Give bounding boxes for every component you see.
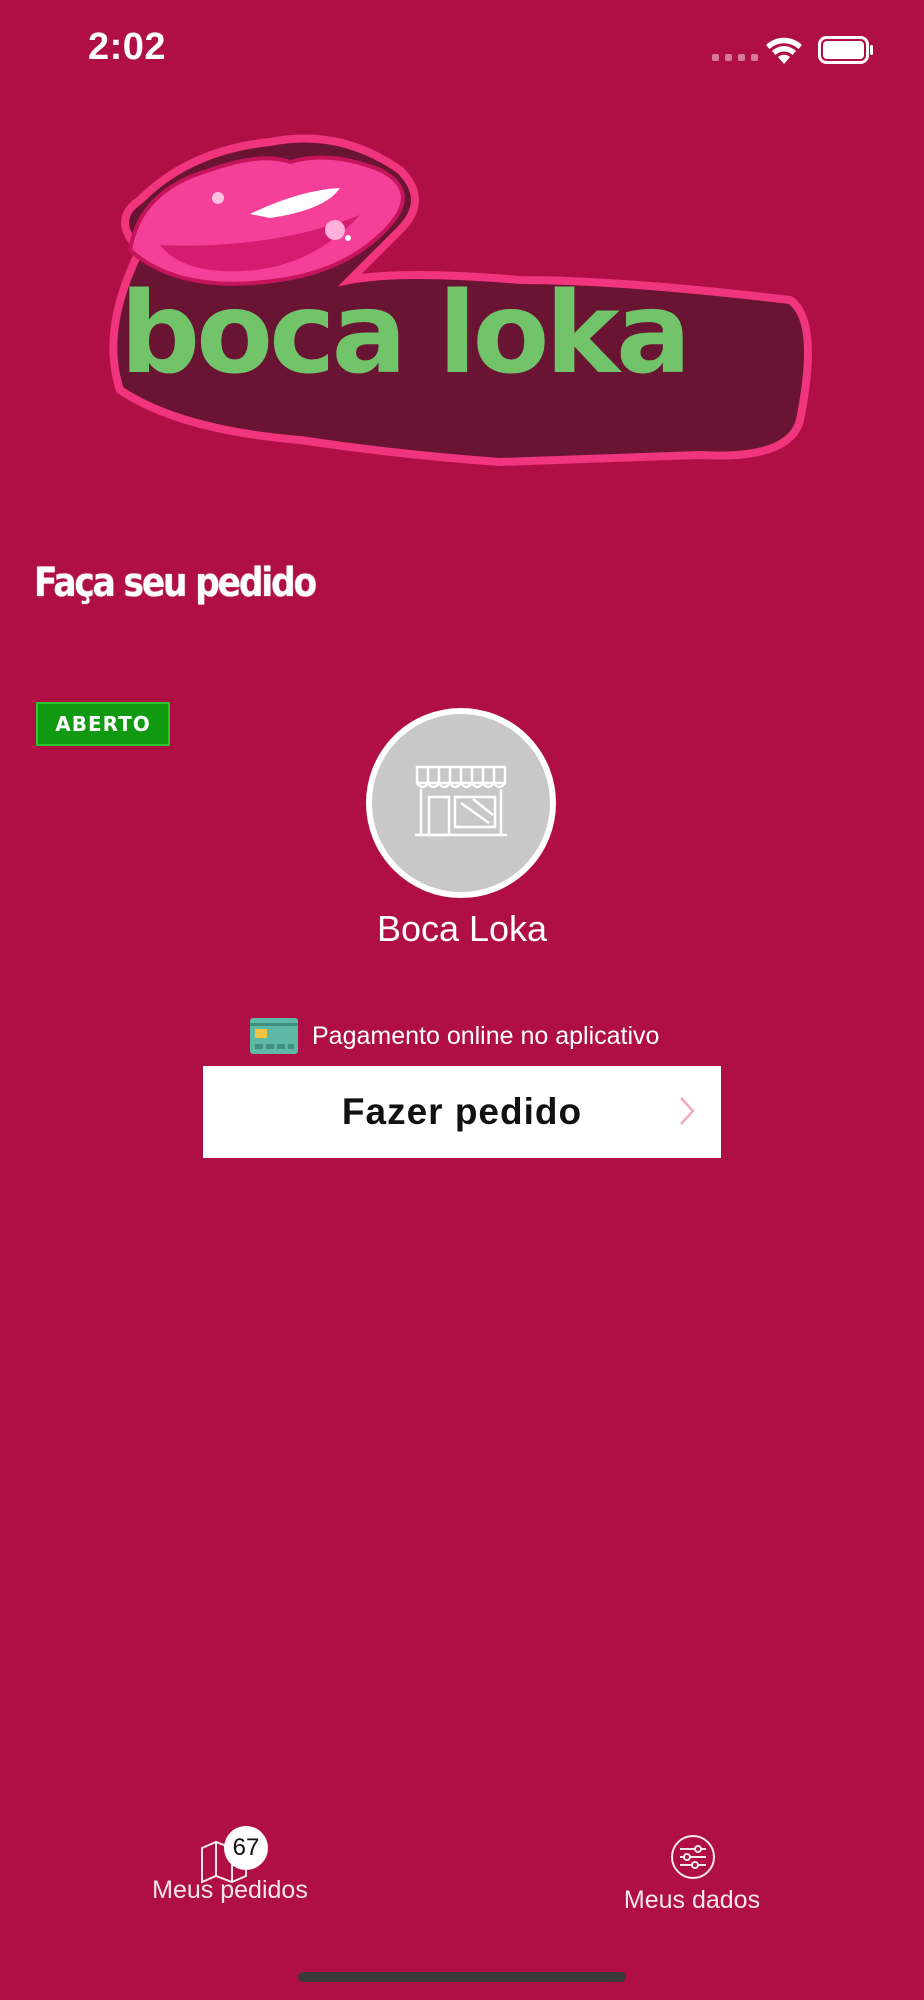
tab-my-orders-label: Meus pedidos [152,1876,308,1904]
payment-info: Pagamento online no aplicativo [250,1016,659,1056]
settings-sliders-icon [671,1835,715,1879]
storefront-icon [415,765,507,837]
order-button-label: Fazer pedido [341,1091,583,1132]
tab-my-data[interactable]: Meus dados [600,1830,784,1930]
boca-loka-logo: boca loka lanches [109,134,812,467]
wifi-icon [766,37,802,64]
payment-text: Pagamento online no aplicativo [312,1021,660,1050]
orders-count-badge: 67 [224,1826,268,1870]
status-badge: ABERTO [36,702,170,746]
status-time: 2:02 [88,26,167,68]
tab-my-data-label: Meus dados [623,1886,761,1914]
chevron-right-icon [680,1097,695,1125]
logo-subtext: lanches [400,401,585,445]
page-title: Faça seu pedido [34,560,317,606]
credit-card-icon [250,1018,298,1054]
order-button[interactable]: Fazer pedido [203,1066,721,1158]
store-name: Boca Loka [376,908,548,949]
battery-icon [818,36,873,64]
cellular-signal-icon [712,54,758,61]
logo-text: boca loka [120,269,687,399]
tab-my-orders[interactable]: 67 Meus pedidos [130,1826,330,1926]
store-avatar[interactable] [366,708,556,898]
home-indicator [298,1972,626,1982]
